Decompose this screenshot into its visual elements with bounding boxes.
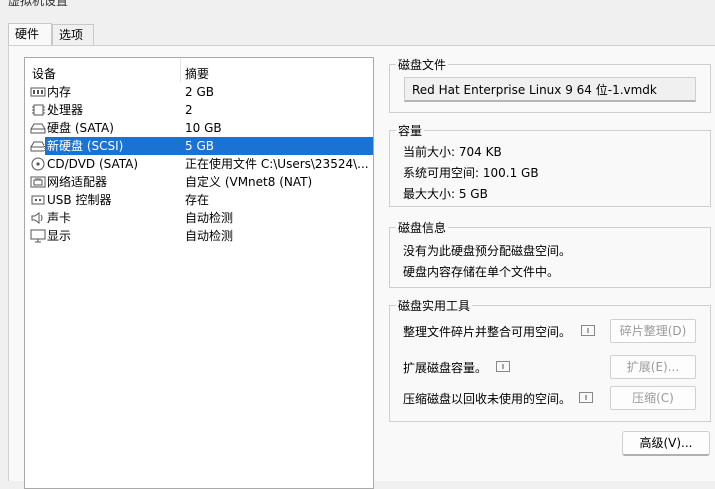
column-header-device[interactable]: 设备 — [32, 65, 56, 82]
defrag-description: 整理文件碎片并整合可用空间。 — [403, 325, 572, 339]
hard-disk-icon — [30, 141, 46, 152]
device-row-network-adapter[interactable]: 网络适配器 自定义 (VMnet8 (NAT) — [25, 173, 373, 191]
tab-options[interactable]: 选项 — [52, 24, 94, 45]
device-name: 内存 — [47, 85, 72, 99]
speaker-icon — [31, 212, 43, 224]
device-name: 新硬盘 (SCSI) — [44, 136, 183, 156]
device-summary: 10 GB — [185, 121, 222, 135]
memory-icon — [30, 87, 46, 97]
device-row-display[interactable]: 显示 自动检测 — [25, 227, 373, 245]
device-summary: 5 GB — [181, 137, 373, 155]
device-summary: 2 — [185, 103, 193, 117]
list-header: 设备 摘要 — [25, 58, 373, 82]
device-name: 硬盘 (SATA) — [47, 121, 114, 135]
window-title-bar: 虚拟机设置 — [0, 0, 715, 8]
compact-button[interactable]: 压缩(C) — [610, 386, 696, 410]
device-name: CD/DVD (SATA) — [47, 157, 139, 171]
device-name: USB 控制器 — [47, 193, 112, 207]
disk-info-group: 磁盘信息 没有为此硬盘预分配磁盘空间。 硬盘内容存储在单个文件中。 — [389, 219, 711, 288]
device-row-memory[interactable]: 内存 2 GB — [25, 83, 373, 101]
device-row-new-hard-disk-scsi[interactable]: 新硬盘 (SCSI) 5 GB — [25, 136, 373, 156]
device-name: 处理器 — [47, 103, 84, 117]
info-icon[interactable] — [581, 325, 595, 336]
device-list[interactable]: 设备 摘要 内存 2 GB 处理器 2 硬盘 (SATA) 10 GB 新硬盘 … — [24, 57, 374, 489]
max-size-text: 最大大小: 5 GB — [403, 187, 488, 201]
group-legend: 磁盘文件 — [396, 56, 449, 73]
compact-description: 压缩磁盘以回收未使用的空间。 — [403, 392, 572, 406]
device-row-cd-dvd[interactable]: CD/DVD (SATA) 正在使用文件 C:\Users\23524\... — [25, 155, 373, 173]
expand-button[interactable]: 扩展(E)... — [610, 355, 696, 379]
info-icon[interactable] — [579, 392, 593, 403]
device-name: 网络适配器 — [47, 175, 108, 189]
device-name: 声卡 — [47, 211, 72, 225]
advanced-button[interactable]: 高级(V)... — [622, 431, 710, 456]
defragment-button[interactable]: 碎片整理(D) — [610, 319, 696, 343]
available-space-text: 系统可用空间: 100.1 GB — [403, 166, 539, 180]
group-legend: 磁盘实用工具 — [396, 297, 473, 314]
cpu-icon — [32, 104, 45, 116]
capacity-group: 容量 当前大小: 704 KB 系统可用空间: 100.1 GB 最大大小: 5… — [389, 122, 711, 207]
window-title: 虚拟机设置 — [8, 0, 69, 8]
device-summary: 自动检测 — [185, 211, 234, 225]
device-summary: 自定义 (VMnet8 (NAT) — [185, 175, 313, 189]
usb-icon — [31, 195, 45, 205]
group-legend: 容量 — [396, 122, 425, 139]
current-size-text: 当前大小: 704 KB — [403, 145, 502, 159]
monitor-icon — [30, 229, 46, 243]
expand-description: 扩展磁盘容量。 — [403, 361, 488, 375]
cd-dvd-icon — [31, 157, 45, 171]
device-summary: 存在 — [185, 193, 210, 207]
tab-hardware[interactable]: 硬件 — [8, 23, 52, 46]
disk-info-line-1: 没有为此硬盘预分配磁盘空间。 — [403, 244, 572, 258]
device-summary: 自动检测 — [185, 229, 234, 243]
column-header-summary[interactable]: 摘要 — [185, 65, 209, 82]
column-separator — [180, 58, 181, 82]
device-row-processor[interactable]: 处理器 2 — [25, 101, 373, 119]
device-summary: 正在使用文件 C:\Users\23524\... — [185, 157, 369, 171]
hard-disk-icon — [30, 123, 46, 134]
network-icon — [30, 176, 46, 188]
device-summary: 2 GB — [185, 85, 214, 99]
disk-file-path: Red Hat Enterprise Linux 9 64 位-1.vmdk — [412, 83, 657, 97]
device-row-usb-controller[interactable]: USB 控制器 存在 — [25, 191, 373, 209]
group-legend: 磁盘信息 — [396, 219, 449, 236]
disk-file-group: 磁盘文件 Red Hat Enterprise Linux 9 64 位-1.v… — [389, 56, 711, 113]
device-name: 显示 — [47, 229, 72, 243]
disk-file-path-field[interactable]: Red Hat Enterprise Linux 9 64 位-1.vmdk — [404, 77, 696, 102]
disk-tools-group: 磁盘实用工具 整理文件碎片并整合可用空间。 碎片整理(D) 扩展磁盘容量。 扩展… — [389, 297, 711, 422]
info-icon[interactable] — [496, 361, 510, 372]
disk-info-line-2: 硬盘内容存储在单个文件中。 — [403, 265, 560, 279]
device-row-sound-card[interactable]: 声卡 自动检测 — [25, 209, 373, 227]
device-row-hard-disk-sata[interactable]: 硬盘 (SATA) 10 GB — [25, 119, 373, 137]
